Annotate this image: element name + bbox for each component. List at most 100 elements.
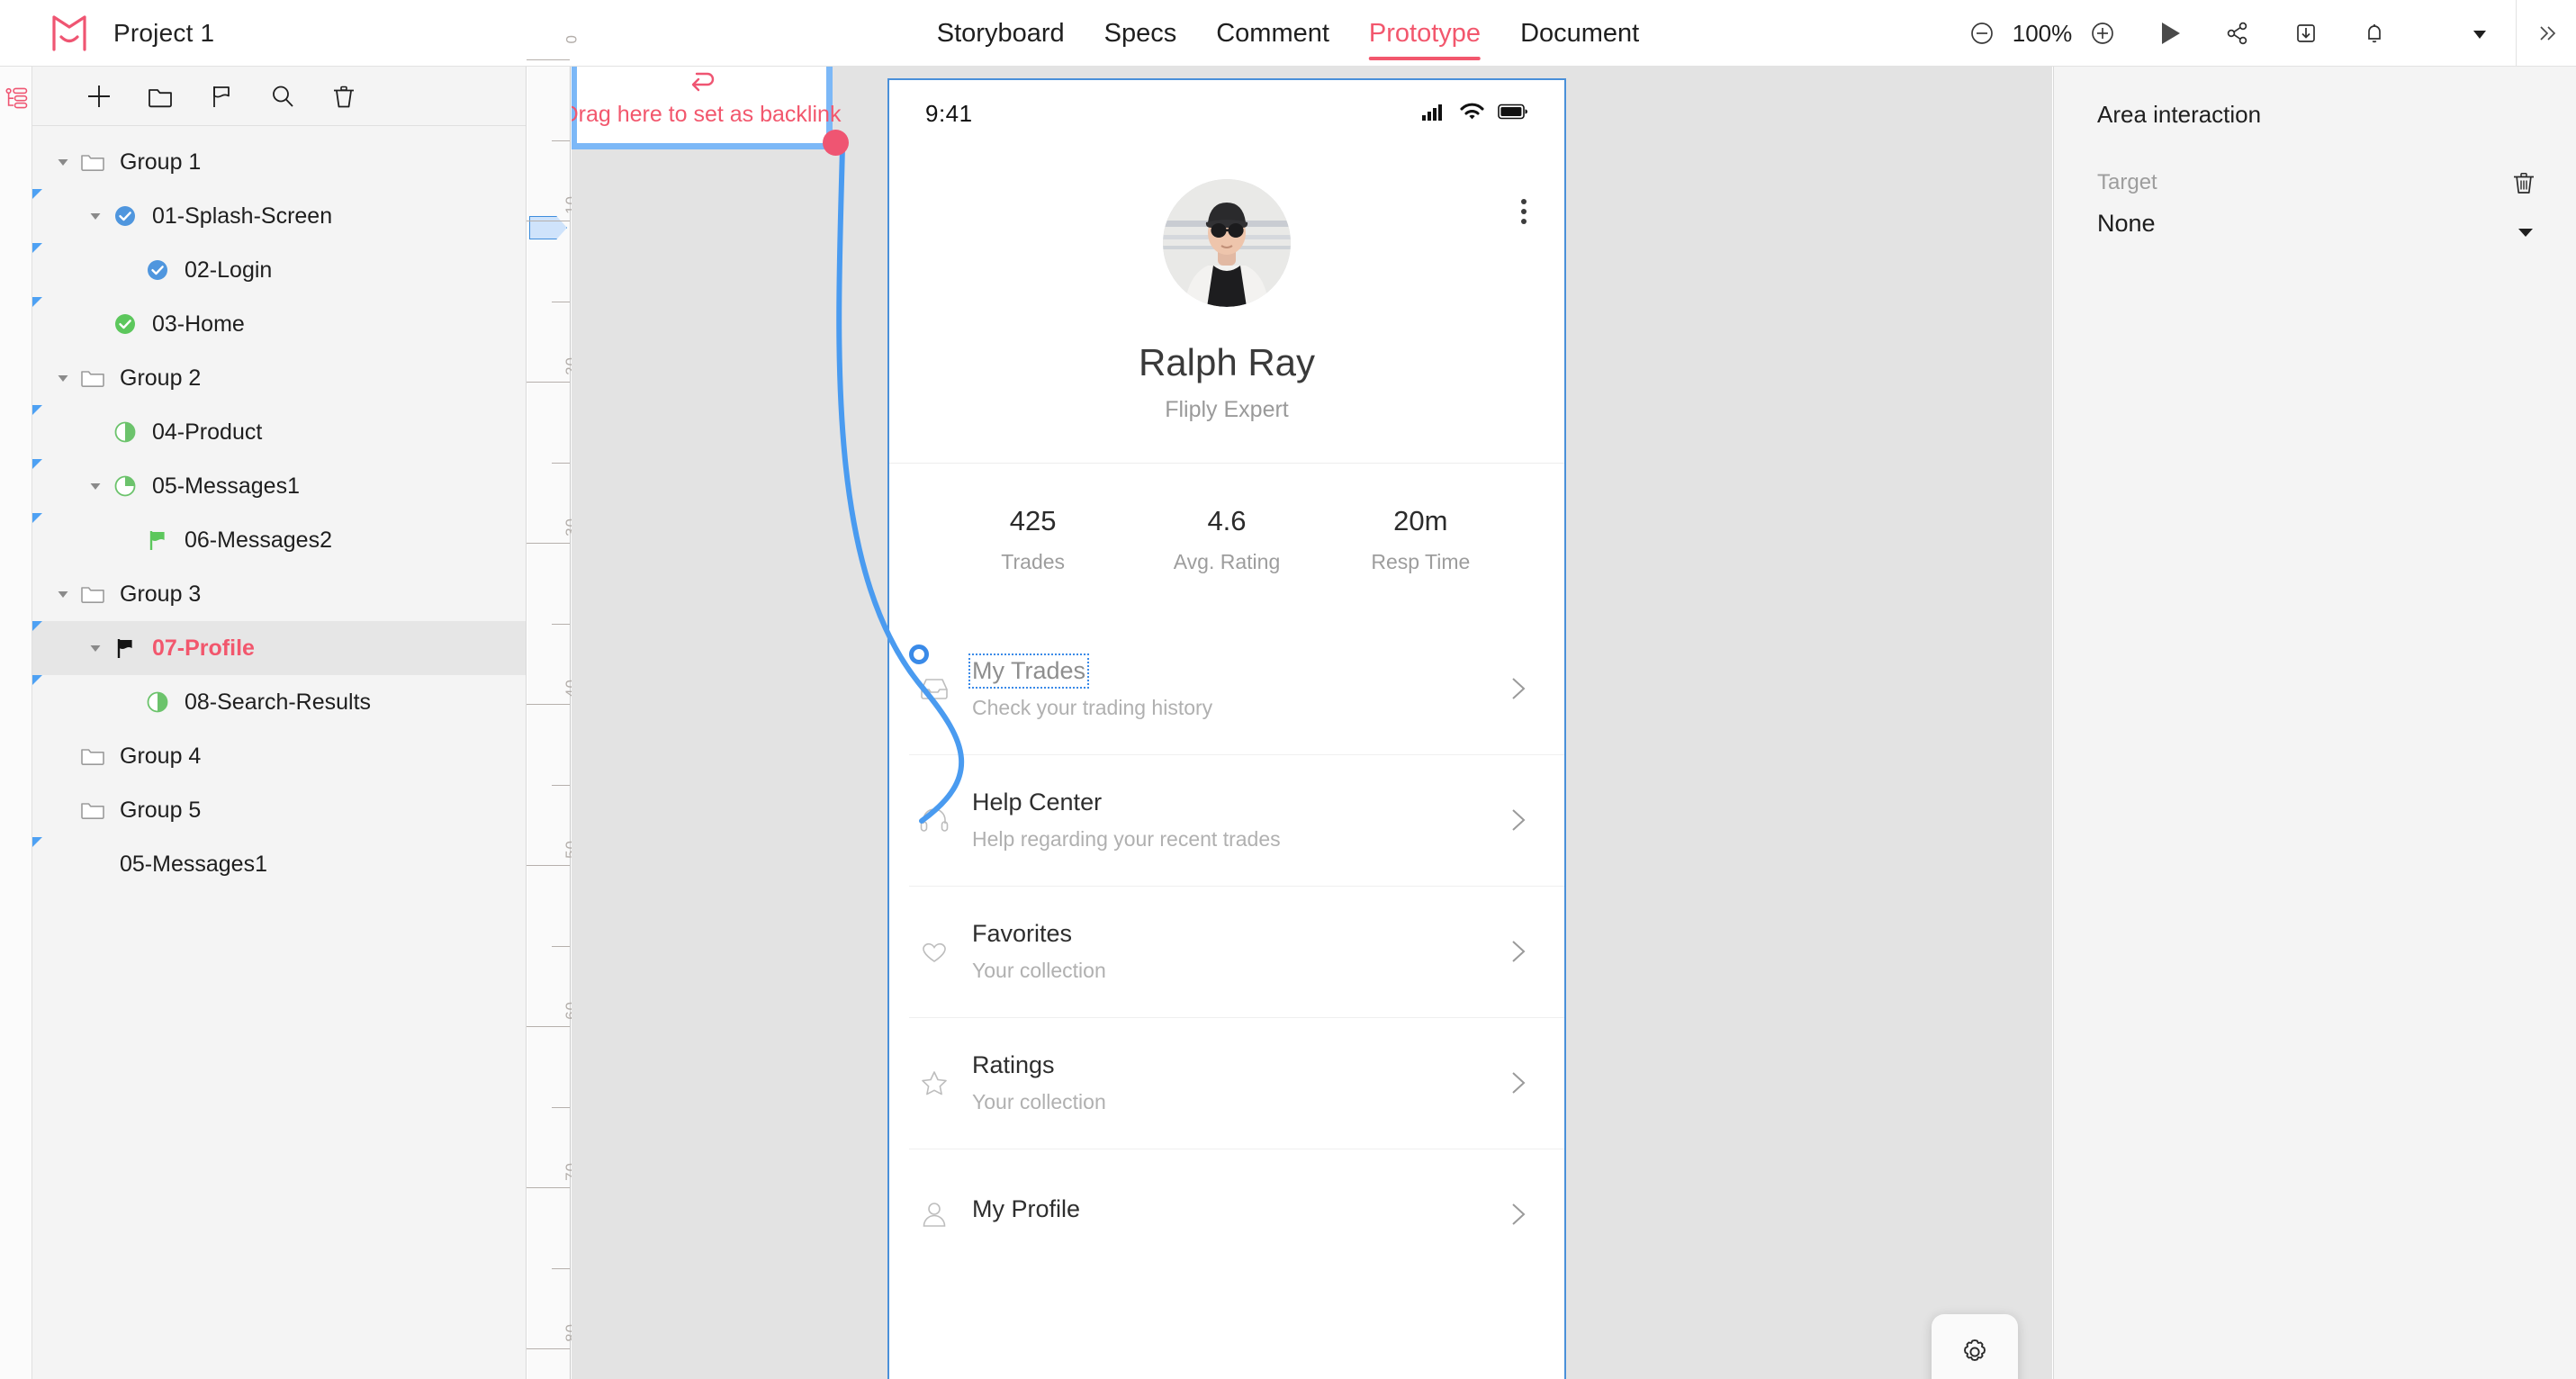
play-icon[interactable] [2157,20,2183,47]
stat-avg-rating: 4.6 Avg. Rating [1130,505,1323,574]
avatar-wrapper [889,179,1564,307]
flag-green-icon [142,525,173,555]
zoom-out-icon[interactable] [1968,20,1995,47]
menu-text: My Trades Check your trading history [959,653,1509,720]
link-anchor-dot[interactable] [909,644,929,664]
menu-title[interactable]: Ratings [972,1051,1055,1079]
right-panel-title: Area interaction [2097,101,2262,128]
tree-caret-icon[interactable] [86,477,104,495]
tree-caret-icon[interactable] [86,639,104,657]
tree-row[interactable]: 06-Messages2 [32,513,526,567]
heart-icon [909,935,959,968]
prototype-canvas[interactable]: 9:41 Ralph Ray Fliply Expert 425 Trades … [572,67,2052,1379]
phone-artboard[interactable]: 9:41 Ralph Ray Fliply Expert 425 Trades … [887,78,1566,1379]
tree-node-label: 05-Messages1 [120,851,267,877]
zoom-in-icon[interactable] [2089,20,2116,47]
tree-caret-icon[interactable] [54,585,72,603]
menu-row-my-profile[interactable]: My Profile [889,1149,1564,1280]
menu-title[interactable]: Help Center [972,789,1102,816]
tree-node-label: 04-Product [152,419,263,445]
tree-row[interactable]: 03-Home [32,297,526,351]
tab-specs[interactable]: Specs [1104,0,1177,67]
tree-row[interactable]: 05-Messages1 [32,459,526,513]
menu-row-my-trades[interactable]: My Trades Check your trading history [889,623,1564,754]
half-green-icon [110,417,140,447]
chevron-down-icon[interactable] [2515,221,2536,247]
tree-row[interactable]: 08-Search-Results [32,675,526,729]
tree-caret-icon[interactable] [86,207,104,225]
trash-icon[interactable] [2509,168,2538,202]
chevron-right-icon[interactable] [1509,937,1528,966]
expand-panel-icon[interactable] [2536,22,2576,45]
ruler-tick [527,543,570,544]
chevron-down-icon[interactable] [2469,23,2490,44]
menu-title[interactable]: Favorites [972,920,1072,948]
folder-icon [77,147,108,177]
tree-row[interactable]: Group 1 [32,135,526,189]
search-icon[interactable] [252,71,313,122]
menu-title[interactable]: My Profile [972,1195,1080,1223]
tree-row[interactable]: Group 5 [32,783,526,837]
chevron-right-icon[interactable] [1509,1068,1528,1097]
tree-caret-icon[interactable] [54,153,72,171]
link-marker-triangle [32,243,42,253]
main-nav-tabs: Storyboard Specs Comment Prototype Docum… [937,0,1639,67]
star-icon [909,1067,959,1099]
menu-row-help-center[interactable]: Help Center Help regarding your recent t… [889,754,1564,886]
link-marker-triangle [32,621,42,631]
new-folder-icon[interactable] [130,71,191,122]
folder-icon [77,579,108,609]
ruler-tick [527,865,570,866]
tree-row[interactable]: 02-Login [32,243,526,297]
tree-node-label: Group 5 [120,797,202,823]
tab-comment[interactable]: Comment [1216,0,1329,67]
screens-tree-list: Group 1 01-Splash-Screen 02-Login 03-Home Gr… [32,126,526,891]
menu-title[interactable]: My Trades [968,653,1090,689]
link-marker-triangle [32,297,42,307]
flag-icon[interactable] [191,71,252,122]
notification-bell-icon[interactable] [2361,20,2388,47]
tree-row[interactable]: Group 3 [32,567,526,621]
menu-text: Help Center Help regarding your recent t… [959,789,1509,852]
fliply-logo-icon [49,13,90,54]
tree-row[interactable]: 05-Messages1 [32,837,526,891]
menu-text: Favorites Your collection [959,920,1509,983]
chevron-right-icon[interactable] [1509,806,1528,834]
add-icon[interactable] [68,71,130,122]
tree-row[interactable]: 04-Product [32,405,526,459]
tree-node-label: 06-Messages2 [185,527,332,553]
tree-row[interactable]: 01-Splash-Screen [32,189,526,243]
tree-toolbar [32,67,526,126]
avatar [1163,179,1291,307]
ruler-minor-tick [552,1106,570,1108]
chevron-right-icon[interactable] [1509,674,1528,703]
tab-storyboard[interactable]: Storyboard [937,0,1065,67]
tree-caret-icon[interactable] [54,369,72,387]
tree-row[interactable]: Group 4 [32,729,526,783]
status-icons [1421,103,1528,125]
chevron-right-icon[interactable] [1509,1200,1528,1229]
menu-subtitle: Your collection [972,1090,1106,1113]
download-icon[interactable] [2292,20,2319,47]
target-value[interactable]: None [2097,210,2533,238]
more-options-icon[interactable] [1521,199,1527,224]
backlink-drop-zone[interactable]: Drag here to set as backlink [572,67,841,149]
tree-view-icon[interactable] [5,86,29,114]
link-handle-dot[interactable] [823,130,849,156]
share-icon[interactable] [2224,20,2251,47]
menu-subtitle: Check your trading history [972,696,1213,719]
quarter-green-icon [110,471,140,501]
trash-icon[interactable] [313,71,374,122]
canvas-settings-button[interactable] [1932,1314,2018,1379]
ruler-position-marker[interactable] [529,216,567,239]
tree-row[interactable]: 07-Profile [32,621,526,675]
tree-node-label: 07-Profile [152,635,255,661]
tree-row[interactable]: Group 2 [32,351,526,405]
menu-row-ratings[interactable]: Ratings Your collection [889,1017,1564,1149]
target-field: Target None [2054,129,2576,238]
ruler-minor-tick [552,623,570,625]
ruler-tick [527,704,570,705]
tab-document[interactable]: Document [1520,0,1639,67]
tab-prototype[interactable]: Prototype [1368,0,1482,67]
menu-row-favorites[interactable]: Favorites Your collection [889,886,1564,1017]
